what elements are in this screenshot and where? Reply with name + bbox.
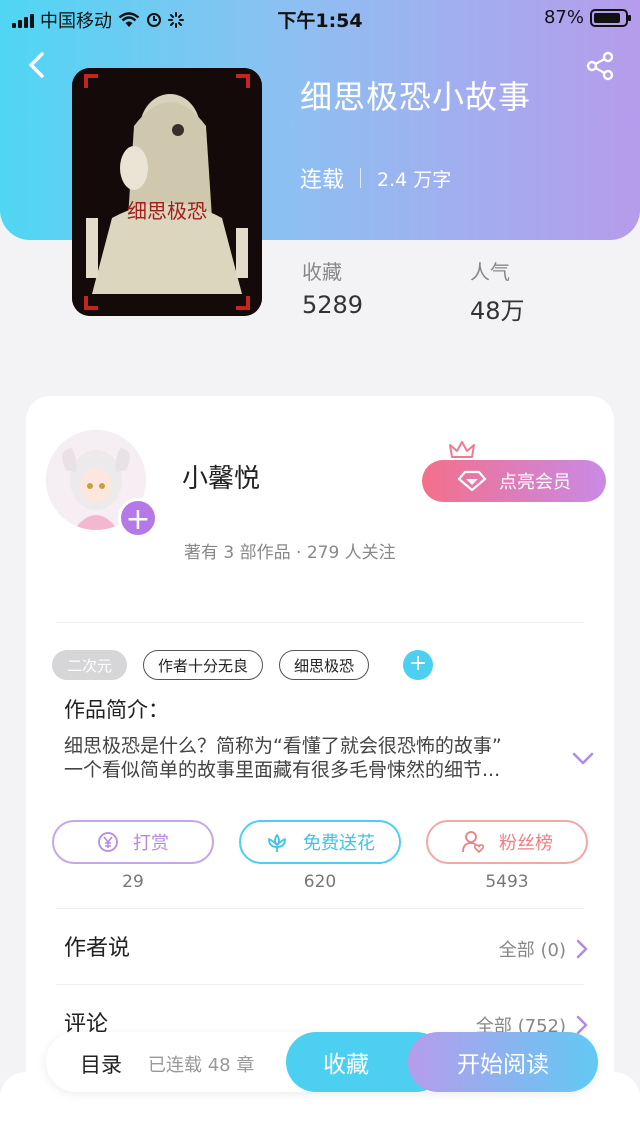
popularity-stat: 人气 48万 [470,256,525,326]
favorites-value: 5289 [302,291,364,319]
start-reading-button[interactable]: 开始阅读 [408,1032,598,1092]
author-say-title: 作者说 [64,936,131,961]
share-icon[interactable] [584,50,616,82]
author-say-link[interactable]: 全部 (0) [499,936,588,962]
favorites-label: 收藏 [302,260,342,284]
fan-ranking-label: 粉丝榜 [499,833,553,854]
chevron-down-icon[interactable] [572,752,594,766]
yen-icon [98,832,118,852]
meta-divider [360,168,362,188]
tag-list: 二次元 作者十分无良 细思极恐 + [52,650,434,680]
tag[interactable]: 二次元 [52,650,128,680]
diamond-icon [457,470,487,492]
detail-card: + 小馨悦 著有 3 部作品 · 279 人关注 点亮会员 二次元 作者十分无良… [26,396,614,1116]
add-tag-button[interactable]: + [403,650,434,680]
intro-label: 作品简介： [64,698,169,722]
intro-text[interactable]: 细思极恐是什么？简称为“看懂了就会很恐怖的故事” 一个看似简单的故事里面藏有很多… [64,734,544,782]
send-flower-button[interactable]: 免费送花 [239,820,401,864]
status-bar: 中国移动 下午1:54 87% [0,0,640,36]
reward-label: 打赏 [133,833,169,854]
flower-icon [268,834,286,852]
book-title: 细思极恐小故事 [300,78,532,116]
popularity-value: 48万 [470,297,525,325]
book-cover[interactable]: 细思极恐 [72,68,262,316]
intro-line: 细思极恐是什么？简称为“看懂了就会很恐怖的故事” [64,735,502,757]
svg-text:细思极恐: 细思极恐 [127,199,207,223]
start-reading-label: 开始阅读 [457,1052,549,1078]
flower-count: 620 [303,872,337,892]
divider [56,622,584,623]
vip-button[interactable]: 点亮会员 [422,460,606,502]
divider [56,908,584,909]
cover-illustration: 细思极恐 [72,68,262,316]
tag[interactable]: 作者十分无良 [143,650,264,680]
author-info: 著有 3 部作品 · 279 人关注 [184,543,396,563]
chevron-right-icon [576,1015,588,1035]
collect-label: 收藏 [323,1052,369,1078]
chevron-right-icon [576,939,588,959]
user-heart-icon [462,831,485,854]
bottom-action-bar: 目录 已连载 48 章 收藏 开始阅读 [46,1032,598,1092]
reward-count: 29 [122,872,144,892]
divider [56,984,584,985]
chapter-count: 已连载 48 章 [148,1055,255,1076]
author-name[interactable]: 小馨悦 [182,458,260,495]
follow-author-button[interactable]: + [118,498,158,538]
send-flower-label: 免费送花 [303,833,375,854]
book-meta: 连载 2.4 万字 [300,162,451,194]
author-say-all: 全部 (0) [498,940,566,961]
tag[interactable]: 细思极恐 [279,650,370,680]
fan-ranking-count: 5493 [485,872,529,892]
battery-icon [590,8,631,27]
fan-ranking-button[interactable]: 粉丝榜 [426,820,588,864]
book-word-count: 2.4 万字 [377,168,452,191]
book-status: 连载 [300,168,345,193]
vip-button-label: 点亮会员 [499,472,571,493]
favorites-stat: 收藏 5289 [302,256,363,319]
intro-line: 一个看似简单的故事里面藏有很多毛骨悚然的细节... [64,759,501,781]
popularity-label: 人气 [470,260,510,284]
reward-button[interactable]: 打赏 [52,820,214,864]
crown-icon [449,441,475,458]
back-icon[interactable] [22,50,52,80]
toc-button[interactable]: 目录 [80,1049,122,1079]
battery-percent: 87% [543,7,584,28]
